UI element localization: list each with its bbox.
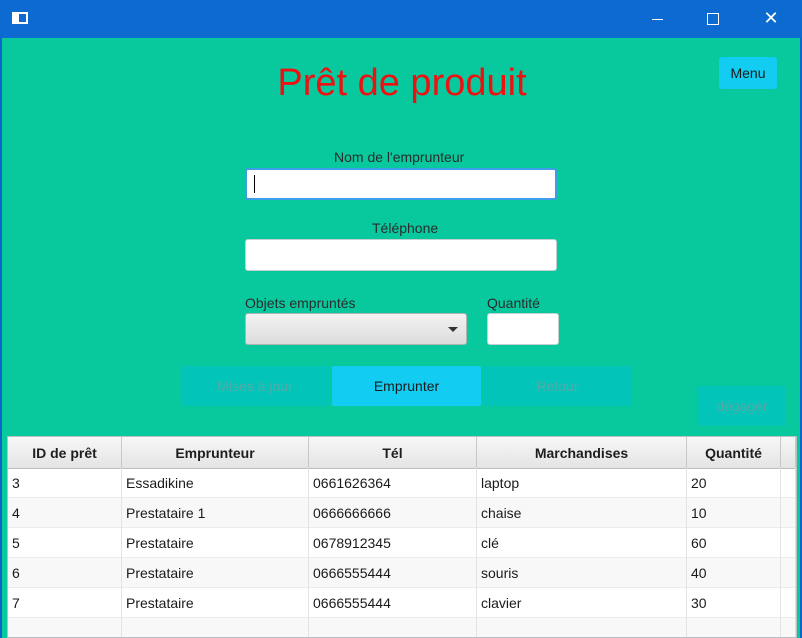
table-body: 3 Essadikine 0661626364 laptop 20 4 Pres… — [8, 468, 796, 637]
minimize-button[interactable] — [634, 0, 680, 38]
cell-filler — [781, 528, 796, 558]
cell-empty — [477, 618, 687, 637]
table-header: ID de prêt Emprunteur Tél Marchandises Q… — [8, 437, 796, 469]
cell-filler — [781, 588, 796, 618]
phone-field[interactable] — [245, 239, 557, 271]
table-row-empty — [8, 618, 796, 637]
table-row[interactable]: 3 Essadikine 0661626364 laptop 20 — [8, 468, 796, 498]
loan-form-panel: Prêt de produit Menu Nom de l'emprunteur… — [2, 38, 800, 638]
menu-button[interactable]: Menu — [719, 57, 777, 89]
table-row[interactable]: 5 Prestataire 0678912345 clé 60 — [8, 528, 796, 558]
cell-borrower: Essadikine — [122, 468, 309, 498]
cell-filler — [781, 498, 796, 528]
return-button[interactable]: Retour — [483, 366, 632, 406]
cell-phone: 0678912345 — [309, 528, 477, 558]
cell-phone: 0666555444 — [309, 588, 477, 618]
borrowed-objects-label: Objets empruntés — [245, 295, 356, 311]
cell-quantity: 60 — [687, 528, 781, 558]
cell-borrower: Prestataire — [122, 558, 309, 588]
cell-loan-id: 5 — [8, 528, 122, 558]
column-header-goods[interactable]: Marchandises — [477, 437, 687, 468]
table-row[interactable]: 6 Prestataire 0666555444 souris 40 — [8, 558, 796, 588]
cell-empty — [687, 618, 781, 637]
cell-empty — [309, 618, 477, 637]
cell-phone: 0666555444 — [309, 558, 477, 588]
loans-table: ID de prêt Emprunteur Tél Marchandises Q… — [7, 436, 797, 638]
column-header-quantity[interactable]: Quantité — [687, 437, 781, 468]
quantity-label: Quantité — [487, 295, 540, 311]
cell-goods: chaise — [477, 498, 687, 528]
table-row[interactable]: 7 Prestataire 0666555444 clavier 30 — [8, 588, 796, 618]
cell-loan-id: 6 — [8, 558, 122, 588]
clear-button[interactable]: dégager — [698, 386, 786, 426]
update-button[interactable]: Mises à jour — [181, 366, 329, 406]
cell-goods: souris — [477, 558, 687, 588]
borrower-name-label: Nom de l'emprunteur — [334, 149, 465, 165]
cell-loan-id: 3 — [8, 468, 122, 498]
cell-loan-id: 7 — [8, 588, 122, 618]
cell-quantity: 40 — [687, 558, 781, 588]
column-header-loan-id[interactable]: ID de prêt — [8, 437, 122, 468]
cell-quantity: 30 — [687, 588, 781, 618]
app-window-icon — [12, 12, 28, 24]
cell-phone: 0661626364 — [309, 468, 477, 498]
cell-goods: laptop — [477, 468, 687, 498]
title-bar: ✕ — [0, 0, 802, 38]
cell-filler — [781, 468, 796, 498]
close-icon: ✕ — [763, 8, 779, 29]
column-header-phone[interactable]: Tél — [309, 437, 477, 468]
cell-quantity: 10 — [687, 498, 781, 528]
maximize-button[interactable] — [690, 0, 736, 38]
cell-empty — [122, 618, 309, 637]
column-header-filler — [781, 437, 796, 468]
page-title: Prêt de produit — [277, 62, 527, 104]
cell-phone: 0666666666 — [309, 498, 477, 528]
cell-borrower: Prestataire 1 — [122, 498, 309, 528]
cell-borrower: Prestataire — [122, 528, 309, 558]
column-header-borrower[interactable]: Emprunteur — [122, 437, 309, 468]
quantity-field[interactable] — [487, 313, 559, 345]
cell-empty — [781, 618, 796, 637]
close-button[interactable]: ✕ — [748, 0, 794, 38]
table-row[interactable]: 4 Prestataire 1 0666666666 chaise 10 — [8, 498, 796, 528]
cell-goods: clavier — [477, 588, 687, 618]
phone-label: Téléphone — [372, 220, 439, 236]
maximize-icon — [707, 13, 719, 25]
borrower-name-field[interactable] — [245, 168, 557, 200]
cell-filler — [781, 558, 796, 588]
text-caret — [254, 175, 255, 193]
borrow-button[interactable]: Emprunter — [332, 366, 481, 406]
cell-loan-id: 4 — [8, 498, 122, 528]
cell-goods: clé — [477, 528, 687, 558]
dropdown-arrow-icon — [448, 327, 458, 332]
borrowed-objects-select[interactable] — [245, 313, 467, 345]
cell-borrower: Prestataire — [122, 588, 309, 618]
minimize-icon — [651, 18, 663, 20]
cell-empty — [8, 618, 122, 637]
cell-quantity: 20 — [687, 468, 781, 498]
